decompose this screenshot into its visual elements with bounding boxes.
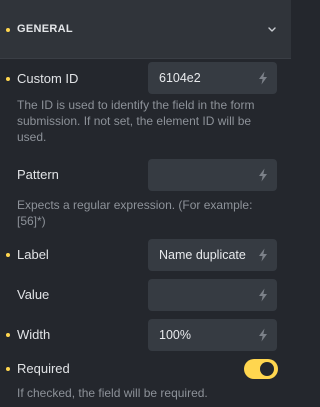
pattern-label: Pattern [17, 167, 59, 182]
pattern-description: Expects a regular expression. (For examp… [17, 198, 253, 228]
width-value: 100% [159, 328, 191, 342]
modified-indicator-dot [6, 253, 10, 257]
toggle-knob [260, 362, 274, 376]
bolt-icon[interactable] [258, 288, 268, 302]
bolt-icon[interactable] [258, 168, 268, 182]
bolt-icon[interactable] [258, 248, 268, 262]
label-field-label: Label [17, 247, 49, 262]
bolt-icon[interactable] [258, 328, 268, 342]
settings-panel: GENERAL Custom ID 6104e2 The ID is used … [0, 0, 291, 407]
section-header-general[interactable]: GENERAL [0, 0, 291, 59]
custom-id-description: The ID is used to identify the field in … [17, 98, 255, 144]
pattern-input[interactable] [148, 159, 277, 191]
value-field-label: Value [17, 287, 50, 302]
bolt-icon[interactable] [258, 71, 268, 85]
label-value: Name duplicate [159, 248, 246, 262]
width-label: Width [17, 327, 51, 342]
required-description: If checked, the field will be required. [17, 386, 208, 400]
required-label: Required [17, 361, 70, 376]
label-input[interactable]: Name duplicate [148, 239, 277, 271]
custom-id-input[interactable]: 6104e2 [148, 62, 277, 94]
custom-id-label: Custom ID [17, 71, 79, 86]
modified-indicator-dot [6, 77, 10, 81]
value-input[interactable] [148, 279, 277, 311]
custom-id-value: 6104e2 [159, 71, 201, 85]
section-title: GENERAL [17, 23, 73, 35]
modified-indicator-dot [6, 367, 10, 371]
chevron-down-icon[interactable] [267, 26, 277, 34]
modified-indicator-dot [6, 28, 10, 32]
width-input[interactable]: 100% [148, 319, 277, 351]
modified-indicator-dot [6, 333, 10, 337]
required-toggle[interactable] [244, 359, 278, 379]
